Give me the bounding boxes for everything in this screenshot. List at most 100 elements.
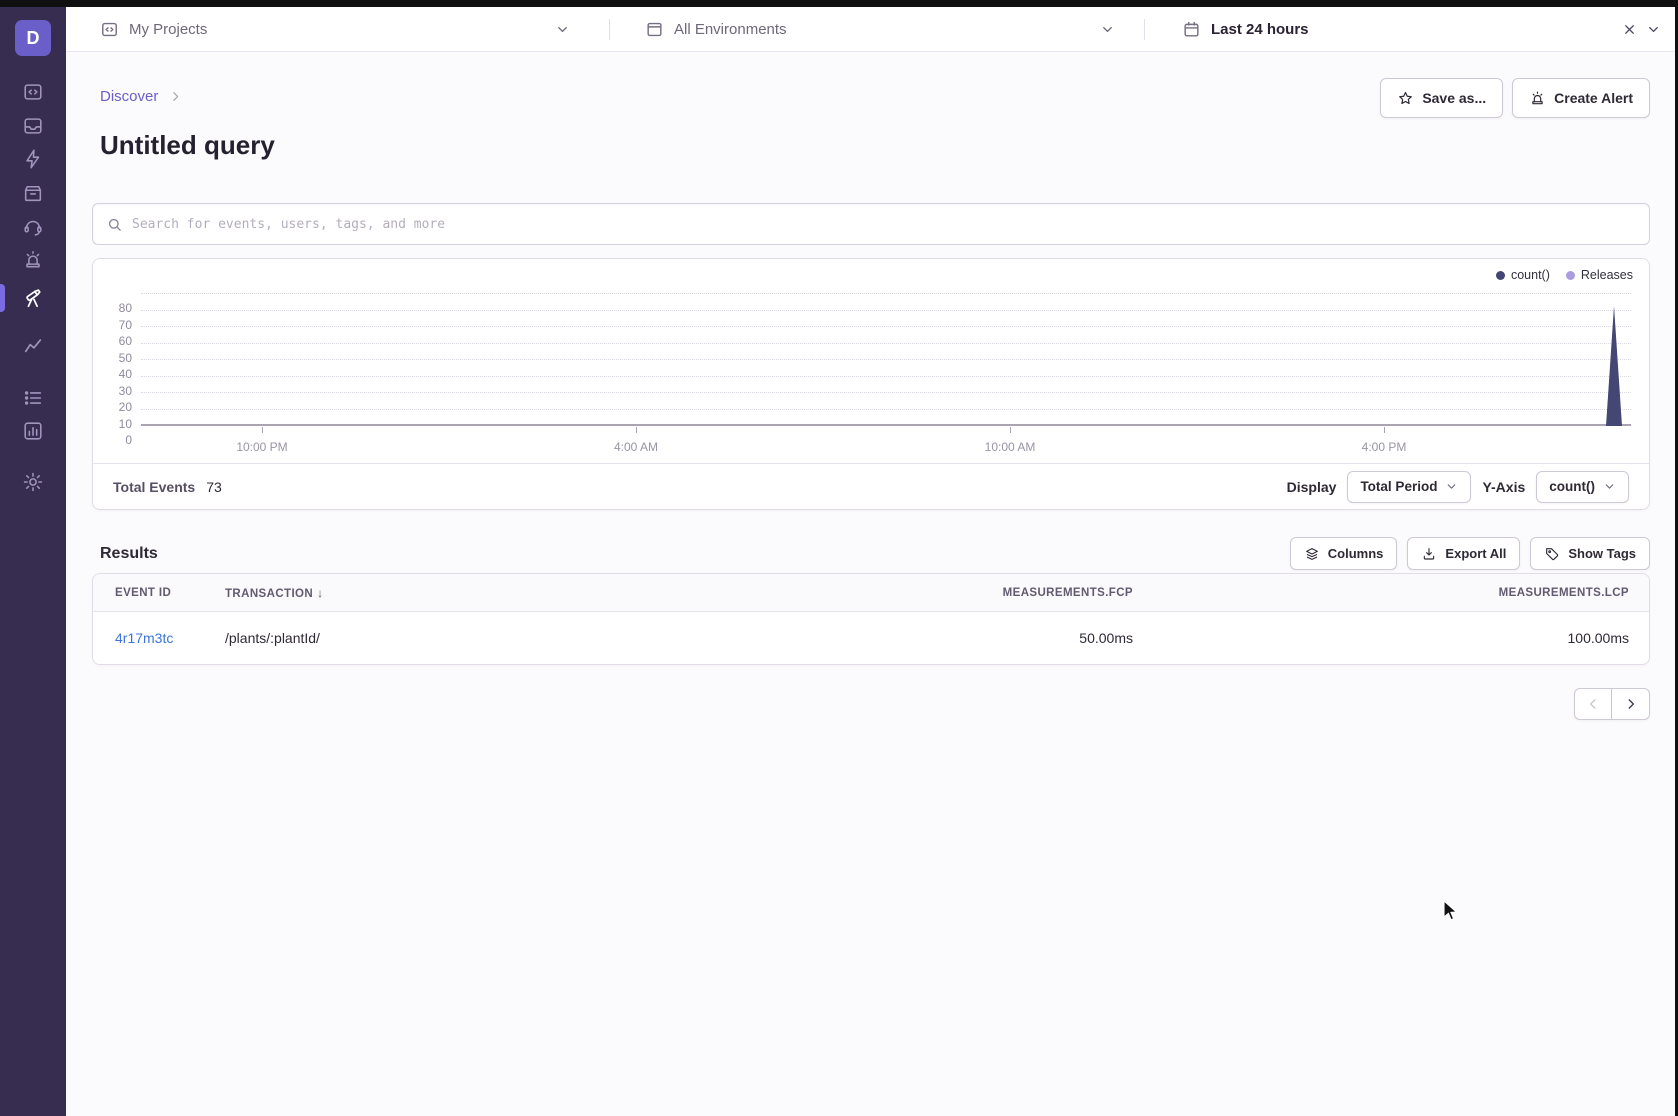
export-all-button[interactable]: Export All bbox=[1407, 537, 1520, 570]
chevron-left-icon bbox=[1586, 697, 1600, 711]
pagination bbox=[1574, 688, 1650, 720]
discover-icon[interactable] bbox=[21, 286, 45, 310]
chevron-right-icon bbox=[1624, 697, 1638, 711]
project-selector-label: My Projects bbox=[129, 21, 207, 38]
header-actions: Save as... Create Alert bbox=[1380, 78, 1650, 118]
dashboards-icon[interactable] bbox=[21, 334, 45, 358]
results-actions: Columns Export All Show Tags bbox=[1290, 537, 1650, 570]
chevron-down-icon bbox=[1603, 480, 1616, 493]
events-chart-panel: count() Releases 80 70 60 50 40 30 20 10… bbox=[92, 258, 1650, 510]
sidebar-active-indicator bbox=[0, 284, 5, 312]
tag-icon bbox=[1544, 546, 1560, 562]
x-tick-label: 4:00 PM bbox=[1339, 440, 1429, 454]
y-tick-label: 70 bbox=[119, 318, 132, 332]
legend-releases[interactable]: Releases bbox=[1566, 268, 1633, 282]
display-label: Display bbox=[1287, 479, 1337, 495]
previous-page-button[interactable] bbox=[1574, 688, 1612, 720]
create-alert-button[interactable]: Create Alert bbox=[1512, 78, 1650, 118]
y-axis-label: Y-Axis bbox=[1482, 479, 1525, 495]
issues-icon[interactable] bbox=[21, 114, 45, 138]
column-header-measurements-lcp[interactable]: MEASUREMENTS.LCP bbox=[1153, 587, 1649, 599]
chart-footer: Total Events 73 Display Total Period Y-A… bbox=[93, 463, 1649, 509]
table-header-row: EVENT ID TRANSACTION↓ MEASUREMENTS.FCP M… bbox=[93, 574, 1649, 612]
display-dropdown[interactable]: Total Period bbox=[1347, 471, 1471, 503]
topbar-divider bbox=[609, 19, 610, 40]
columns-label: Columns bbox=[1328, 546, 1384, 561]
display-dropdown-value: Total Period bbox=[1360, 479, 1437, 494]
create-alert-label: Create Alert bbox=[1554, 90, 1633, 106]
chevron-down-icon bbox=[555, 22, 570, 37]
star-icon bbox=[1397, 90, 1414, 107]
y-tick-label: 30 bbox=[119, 384, 132, 398]
breadcrumb-discover-link[interactable]: Discover bbox=[100, 88, 158, 105]
x-tick bbox=[1010, 427, 1011, 433]
monitors-icon[interactable] bbox=[21, 386, 45, 410]
table-row[interactable]: 4r17m3tc /plants/:plantId/ 50.00ms 100.0… bbox=[93, 612, 1649, 664]
total-events-label: Total Events bbox=[113, 479, 195, 495]
y-tick-label: 50 bbox=[119, 351, 132, 365]
x-tick bbox=[1384, 427, 1385, 433]
y-tick-label: 20 bbox=[119, 400, 132, 414]
chart-legend: count() Releases bbox=[1496, 268, 1633, 282]
column-header-transaction[interactable]: TRANSACTION↓ bbox=[203, 586, 803, 600]
measurements-fcp-cell: 50.00ms bbox=[803, 630, 1153, 646]
count-series-dot bbox=[1496, 271, 1505, 280]
x-tick-label: 10:00 AM bbox=[965, 440, 1055, 454]
chart-plot-area: 80 70 60 50 40 30 20 10 0 10:00 PM 4:00 … bbox=[141, 294, 1631, 426]
chevron-down-icon[interactable] bbox=[1646, 22, 1661, 37]
settings-gear-icon[interactable] bbox=[21, 470, 45, 494]
transaction-header-label: TRANSACTION bbox=[225, 588, 313, 600]
org-avatar[interactable]: D bbox=[15, 20, 51, 56]
save-as-label: Save as... bbox=[1422, 90, 1486, 106]
column-header-event-id[interactable]: EVENT ID bbox=[93, 587, 203, 599]
results-heading: Results bbox=[100, 545, 158, 563]
results-table: EVENT ID TRANSACTION↓ MEASUREMENTS.FCP M… bbox=[92, 573, 1650, 665]
search-icon bbox=[106, 216, 123, 233]
window-top-border bbox=[0, 0, 1678, 7]
transaction-cell: /plants/:plantId/ bbox=[203, 630, 803, 646]
count-series-spike bbox=[141, 294, 1631, 426]
environment-selector-label: All Environments bbox=[674, 21, 787, 38]
page-title: Untitled query bbox=[100, 130, 275, 161]
show-tags-label: Show Tags bbox=[1568, 546, 1636, 561]
x-tick-label: 10:00 PM bbox=[217, 440, 307, 454]
mouse-cursor bbox=[1443, 900, 1459, 922]
columns-button[interactable]: Columns bbox=[1290, 537, 1398, 570]
top-bar: My Projects All Environments Last 24 hou… bbox=[66, 7, 1675, 52]
projects-icon[interactable] bbox=[21, 80, 45, 104]
x-tick bbox=[262, 427, 263, 433]
performance-icon[interactable] bbox=[21, 147, 45, 171]
search-bar bbox=[92, 203, 1650, 245]
measurements-lcp-cell: 100.00ms bbox=[1153, 630, 1649, 646]
siren-icon bbox=[1529, 90, 1546, 107]
date-range-controls bbox=[1622, 7, 1661, 51]
releases-icon[interactable] bbox=[21, 181, 45, 205]
chevron-right-icon bbox=[169, 90, 182, 103]
y-axis-dropdown[interactable]: count() bbox=[1536, 471, 1629, 503]
project-selector[interactable]: My Projects bbox=[100, 7, 570, 51]
y-axis-dropdown-value: count() bbox=[1549, 479, 1595, 494]
legend-count[interactable]: count() bbox=[1496, 268, 1550, 282]
y-tick-label: 10 bbox=[119, 417, 132, 431]
clear-date-icon[interactable] bbox=[1622, 22, 1637, 37]
legend-releases-label: Releases bbox=[1581, 268, 1633, 282]
calendar-icon bbox=[1182, 20, 1201, 39]
x-tick-label: 4:00 AM bbox=[591, 440, 681, 454]
y-tick-label: 60 bbox=[119, 334, 132, 348]
show-tags-button[interactable]: Show Tags bbox=[1530, 537, 1650, 570]
project-platform-icon bbox=[100, 20, 119, 39]
column-header-measurements-fcp[interactable]: MEASUREMENTS.FCP bbox=[803, 587, 1153, 599]
save-as-button[interactable]: Save as... bbox=[1380, 78, 1503, 118]
stats-icon[interactable] bbox=[21, 419, 45, 443]
event-id-link[interactable]: 4r17m3tc bbox=[115, 630, 173, 646]
legend-count-label: count() bbox=[1511, 268, 1550, 282]
user-feedback-icon[interactable] bbox=[21, 215, 45, 239]
environment-selector[interactable]: All Environments bbox=[645, 7, 1115, 51]
alerts-icon[interactable] bbox=[21, 248, 45, 272]
export-all-label: Export All bbox=[1445, 546, 1506, 561]
y-tick-label: 0 bbox=[125, 433, 132, 447]
date-range-selector[interactable]: Last 24 hours bbox=[1182, 7, 1309, 51]
search-input[interactable] bbox=[132, 217, 1636, 232]
environment-window-icon bbox=[645, 20, 664, 39]
next-page-button[interactable] bbox=[1612, 688, 1650, 720]
